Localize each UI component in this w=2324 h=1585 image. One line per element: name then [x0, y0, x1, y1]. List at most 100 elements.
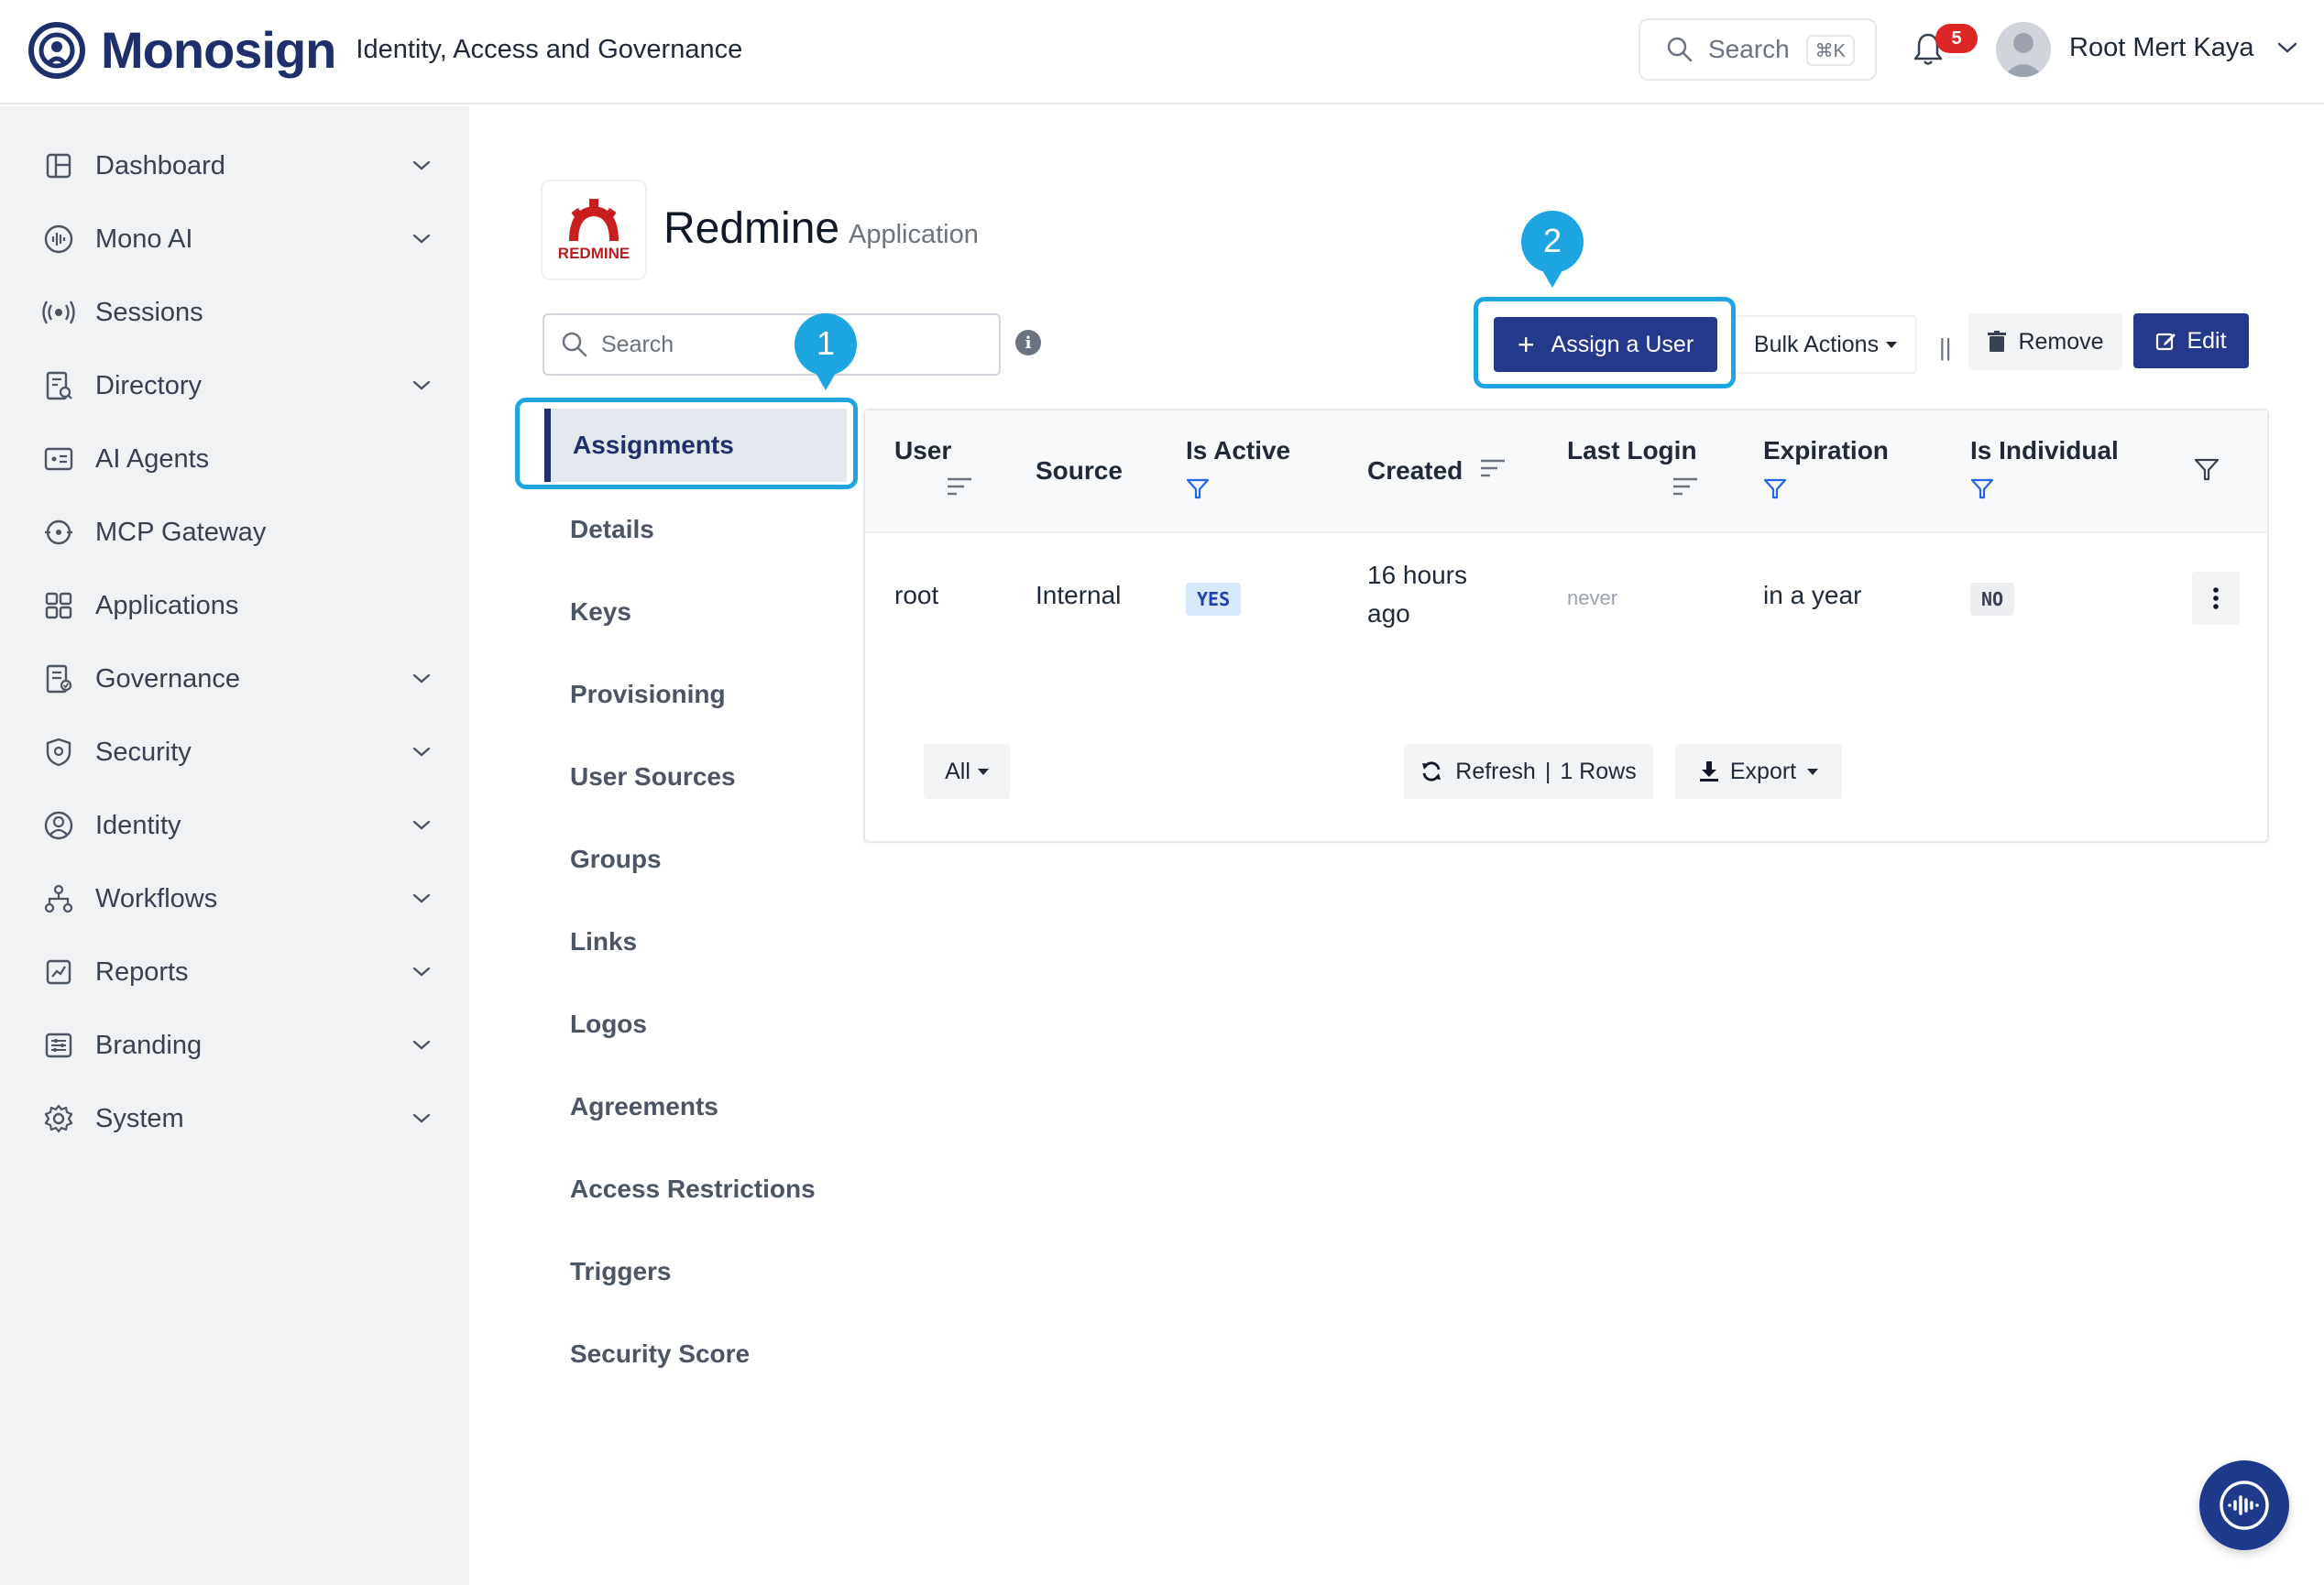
ai-wave-icon — [2220, 1481, 2269, 1530]
sidebar-item-identity[interactable]: Identity — [0, 793, 469, 858]
page-size-label: All — [945, 758, 970, 784]
column-header-is-active[interactable]: Is Active — [1186, 436, 1290, 465]
sidebar-item-governance[interactable]: Governance — [0, 647, 469, 711]
page-size-dropdown[interactable]: All — [924, 744, 1010, 799]
brand-tagline: Identity, Access and Governance — [356, 35, 743, 64]
tab-triggers[interactable]: Triggers — [544, 1235, 847, 1308]
toolbar-separator: || — [1939, 333, 1952, 361]
filter-icon[interactable] — [1970, 478, 1994, 500]
tab-keys[interactable]: Keys — [544, 575, 847, 649]
callout-highlight-1 — [515, 398, 858, 489]
row-actions-button[interactable] — [2192, 572, 2240, 625]
app-logo: REDMINE — [541, 180, 647, 280]
sidebar-item-applications[interactable]: Applications — [0, 574, 469, 638]
column-header-last-login[interactable]: Last Login — [1567, 436, 1697, 465]
sidebar-item-directory[interactable]: Directory — [0, 354, 469, 418]
column-header-created[interactable]: Created — [1367, 456, 1463, 486]
chevron-down-icon — [412, 820, 431, 830]
global-search[interactable]: Search ⌘K — [1639, 18, 1877, 81]
sidebar-item-label: Applications — [95, 590, 239, 620]
sidebar-item-label: System — [95, 1103, 184, 1133]
tab-access-restrictions[interactable]: Access Restrictions — [544, 1153, 847, 1226]
refresh-button[interactable]: Refresh | 1 Rows — [1404, 744, 1653, 799]
agent-icon — [42, 443, 75, 476]
tab-security-score[interactable]: Security Score — [544, 1317, 847, 1391]
bulk-actions-dropdown[interactable]: Bulk Actions — [1734, 315, 1917, 374]
cell-user: root — [894, 581, 939, 609]
sidebar-item-label: Dashboard — [95, 150, 225, 180]
assignment-search[interactable] — [543, 313, 1001, 376]
sort-icon[interactable] — [1479, 458, 1507, 478]
tab-provisioning[interactable]: Provisioning — [544, 658, 847, 731]
refresh-divider: | — [1544, 758, 1551, 784]
sidebar-item-ai-agents[interactable]: AI Agents — [0, 427, 469, 491]
row-count: 1 Rows — [1560, 758, 1637, 784]
governance-icon — [42, 662, 75, 695]
mono-ai-assistant-button[interactable] — [2199, 1460, 2289, 1550]
chevron-down-icon — [412, 747, 431, 757]
cell-created-line2: ago — [1367, 599, 1410, 628]
sidebar-item-branding[interactable]: Branding — [0, 1013, 469, 1077]
filter-icon[interactable] — [1186, 478, 1210, 500]
tab-links[interactable]: Links — [544, 905, 847, 978]
avatar[interactable] — [1996, 22, 2051, 77]
sidebar-item-sessions[interactable]: Sessions — [0, 280, 469, 344]
bulk-actions-label: Bulk Actions — [1753, 331, 1880, 357]
redmine-logo-icon — [569, 199, 619, 241]
cell-created-line1: 16 hours — [1367, 561, 1467, 589]
download-icon — [1699, 761, 1718, 782]
tab-groups[interactable]: Groups — [544, 823, 847, 896]
chevron-down-icon — [412, 1113, 431, 1123]
sidebar-item-reports[interactable]: Reports — [0, 940, 469, 1004]
callout-number-1: 1 — [816, 324, 836, 362]
export-label: Export — [1729, 758, 1797, 784]
sidebar-item-label: Security — [95, 737, 192, 767]
sidebar-item-dashboard[interactable]: Dashboard — [0, 134, 469, 198]
status-badge-individual: NO — [1970, 583, 2015, 616]
tab-agreements[interactable]: Agreements — [544, 1070, 847, 1143]
chevron-down-icon — [412, 673, 431, 683]
sort-icon[interactable] — [1672, 476, 1699, 497]
sidebar-item-label: AI Agents — [95, 443, 210, 474]
search-input[interactable] — [601, 331, 968, 358]
search-icon — [562, 332, 587, 357]
global-search-label: Search — [1708, 35, 1790, 63]
brand-name: Monosign — [101, 21, 336, 79]
sidebar-item-label: Identity — [95, 810, 181, 840]
sidebar-item-label: Mono AI — [95, 224, 193, 254]
remove-button[interactable]: Remove — [1968, 313, 2122, 370]
chevron-down-icon — [412, 967, 431, 977]
sidebar-item-system[interactable]: System — [0, 1087, 469, 1151]
ai-wave-icon — [42, 223, 75, 256]
sidebar-item-label: Governance — [95, 663, 240, 694]
tab-user-sources[interactable]: User Sources — [544, 740, 847, 814]
caret-down-icon — [1807, 768, 1819, 775]
shield-icon — [42, 736, 75, 769]
column-header-user[interactable]: User — [894, 436, 951, 465]
chevron-down-icon[interactable] — [2276, 40, 2298, 55]
tab-details[interactable]: Details — [544, 493, 847, 566]
tab-logos[interactable]: Logos — [544, 988, 847, 1061]
export-dropdown[interactable]: Export — [1675, 744, 1842, 799]
sort-icon[interactable] — [946, 476, 973, 497]
sidebar-item-security[interactable]: Security — [0, 720, 469, 784]
info-icon[interactable]: i — [1015, 330, 1041, 355]
column-header-source[interactable]: Source — [1036, 456, 1123, 486]
brand[interactable]: Monosign Identity, Access and Governance — [27, 20, 742, 80]
caret-down-icon — [977, 768, 989, 775]
sidebar-item-mcp-gateway[interactable]: MCP Gateway — [0, 500, 469, 564]
chevron-down-icon — [412, 893, 431, 903]
user-name[interactable]: Root Mert Kaya — [2069, 33, 2253, 63]
column-filter-icon[interactable] — [2194, 458, 2220, 482]
sidebar-item-label: MCP Gateway — [95, 517, 267, 547]
filter-icon[interactable] — [1763, 478, 1787, 500]
broadcast-icon — [42, 296, 75, 329]
gateway-icon — [42, 516, 75, 549]
edit-button[interactable]: Edit — [2133, 313, 2249, 368]
column-header-is-individual[interactable]: Is Individual — [1970, 436, 2119, 465]
identity-icon — [42, 809, 75, 842]
sidebar-item-workflows[interactable]: Workflows — [0, 867, 469, 931]
sidebar-item-mono-ai[interactable]: Mono AI — [0, 207, 469, 271]
chevron-down-icon — [412, 234, 431, 244]
column-header-expiration[interactable]: Expiration — [1763, 436, 1889, 465]
